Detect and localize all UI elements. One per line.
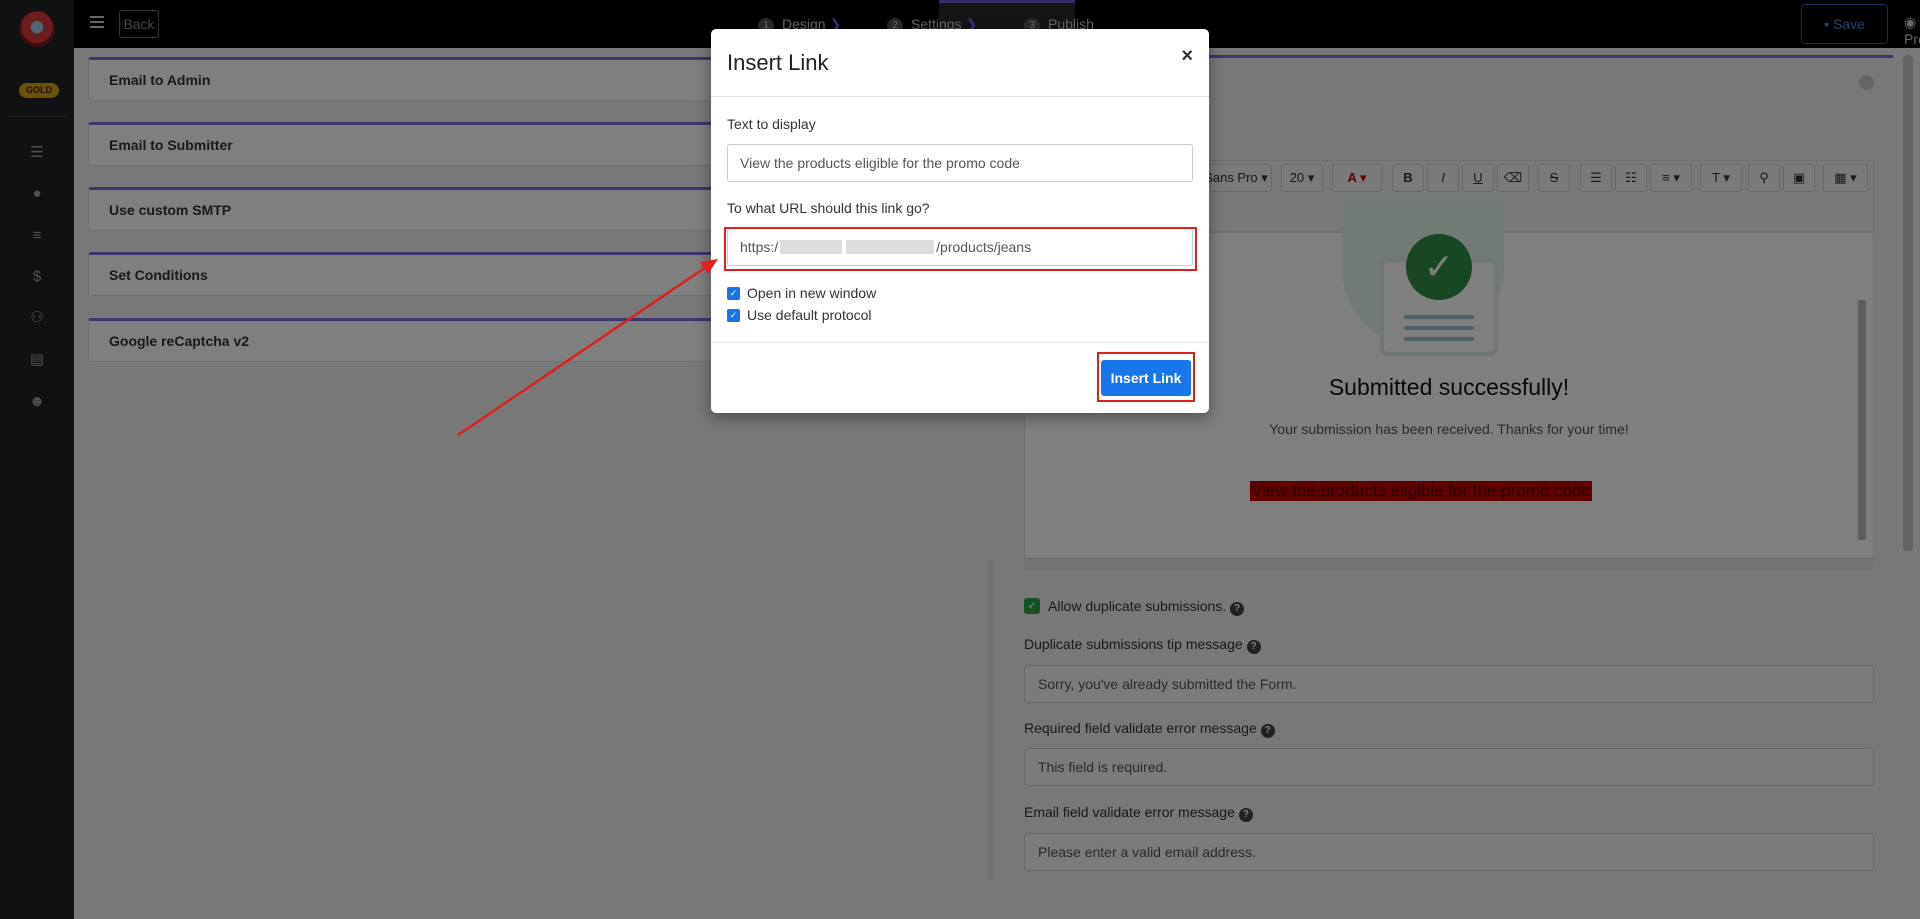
open-new-window-label: Open in new window xyxy=(747,285,877,301)
open-new-window-checkbox[interactable]: ✓ xyxy=(727,287,740,300)
dialog-title: Insert Link xyxy=(727,50,829,75)
highlight-box xyxy=(724,227,1197,271)
url-label: To what URL should this link go? xyxy=(727,200,930,216)
close-icon[interactable]: × xyxy=(1181,45,1193,68)
default-protocol-checkbox[interactable]: ✓ xyxy=(727,309,740,322)
text-to-display-input[interactable]: View the products eligible for the promo… xyxy=(727,144,1193,182)
highlight-box xyxy=(1097,352,1195,402)
dialog-header: Insert Link × xyxy=(711,29,1209,97)
default-protocol-label: Use default protocol xyxy=(747,307,872,323)
dialog-footer-divider xyxy=(711,342,1209,343)
insert-link-dialog: Insert Link × Text to display View the p… xyxy=(711,29,1209,413)
text-to-display-label: Text to display xyxy=(727,116,816,132)
